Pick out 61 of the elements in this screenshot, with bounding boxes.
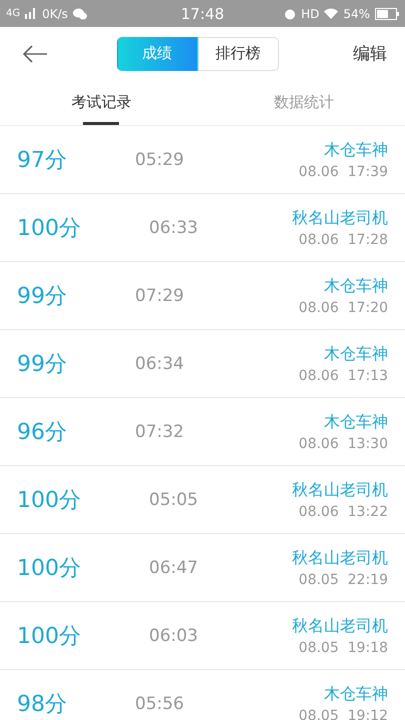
record-date: 08.06 13:22 [298, 504, 388, 520]
record-date: 08.06 17:13 [298, 368, 388, 384]
player-name: 木仓车神 [324, 684, 388, 704]
player-name: 秋名山老司机 [292, 548, 388, 568]
duration: 05:29 [135, 150, 184, 170]
score: 99分 [17, 282, 67, 310]
player-name: 木仓车神 [324, 140, 388, 160]
record-row[interactable]: 100分 06:47 秋名山老司机 08.05 22:19 [0, 534, 405, 602]
player-name: 木仓车神 [324, 412, 388, 432]
clock-time: 17:48 [180, 4, 224, 22]
battery-icon [375, 8, 400, 20]
segment-tab[interactable]: 成绩 [116, 36, 198, 70]
network-speed: 0K/s [42, 6, 68, 20]
chat-icon [72, 8, 87, 20]
alarm-icon [284, 8, 296, 20]
record-row[interactable]: 96分 07:32 木仓车神 08.06 13:30 [0, 398, 405, 466]
duration: 06:47 [149, 558, 198, 578]
record-date: 08.06 17:28 [298, 232, 388, 248]
back-icon[interactable] [22, 44, 48, 62]
score: 100分 [17, 214, 81, 242]
duration: 05:05 [149, 490, 198, 510]
duration: 06:03 [149, 626, 198, 646]
hd-label: HD [301, 6, 320, 20]
record-date: 08.05 19:12 [298, 708, 388, 720]
duration: 06:33 [149, 218, 198, 238]
record-row[interactable]: 99分 06:34 木仓车神 08.06 17:13 [0, 330, 405, 398]
duration: 05:56 [135, 694, 184, 714]
record-date: 08.06 13:30 [298, 436, 388, 452]
duration: 06:34 [135, 354, 184, 374]
duration: 07:29 [135, 286, 184, 306]
score: 100分 [17, 622, 81, 650]
player-name: 秋名山老司机 [292, 208, 388, 228]
score: 97分 [17, 146, 67, 174]
score: 99分 [17, 350, 67, 378]
record-date: 08.06 17:20 [298, 300, 388, 316]
record-row[interactable]: 100分 06:03 秋名山老司机 08.05 19:18 [0, 602, 405, 670]
score: 98分 [17, 690, 67, 718]
player-name: 木仓车神 [324, 276, 388, 296]
record-row[interactable]: 100分 06:33 秋名山老司机 08.06 17:28 [0, 194, 405, 262]
signal-icon [25, 8, 38, 19]
record-date: 08.05 19:18 [298, 640, 388, 656]
score: 100分 [17, 554, 81, 582]
record-row[interactable]: 100分 05:05 秋名山老司机 08.06 13:22 [0, 466, 405, 534]
edit-button[interactable]: 编辑 [347, 42, 393, 65]
network-type: 4G [6, 8, 20, 19]
record-row[interactable]: 98分 05:56 木仓车神 08.05 19:12 [0, 670, 405, 720]
score: 100分 [17, 486, 81, 514]
player-name: 秋名山老司机 [292, 480, 388, 500]
record-date: 08.05 22:19 [298, 572, 388, 588]
player-name: 秋名山老司机 [292, 616, 388, 636]
record-date: 08.06 17:39 [298, 164, 388, 180]
duration: 07:32 [135, 422, 184, 442]
tab[interactable]: 数据统计 [202, 80, 405, 125]
score: 96分 [17, 418, 67, 446]
record-row[interactable]: 97分 05:29 木仓车神 08.06 17:39 [0, 126, 405, 194]
tab[interactable]: 考试记录 [0, 80, 202, 125]
segment-tab[interactable]: 排行榜 [198, 36, 278, 70]
record-row[interactable]: 99分 07:29 木仓车神 08.06 17:20 [0, 262, 405, 330]
player-name: 木仓车神 [324, 344, 388, 364]
battery-level: 54% [343, 6, 370, 20]
wifi-icon [324, 8, 338, 19]
